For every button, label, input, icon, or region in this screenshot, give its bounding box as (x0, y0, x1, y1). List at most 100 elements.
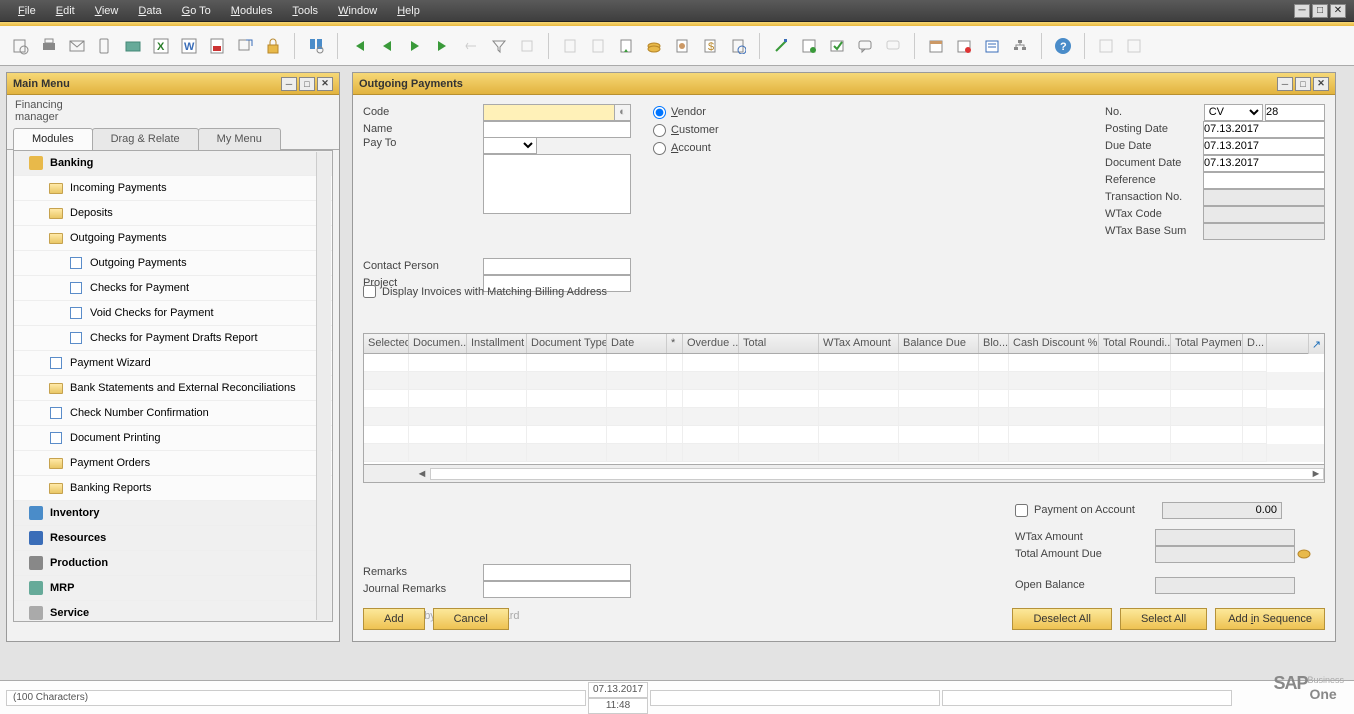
query-icon[interactable] (1095, 35, 1117, 57)
cancel-button[interactable]: Cancel (433, 608, 509, 630)
grid-col-12[interactable]: Total Roundi... (1099, 334, 1171, 353)
menu-file[interactable]: File (8, 3, 46, 19)
tree-check-confirmation[interactable]: Check Number Confirmation (14, 401, 332, 426)
menu-goto[interactable]: Go To (172, 3, 221, 19)
deselect-all-button[interactable]: Deselect All (1012, 608, 1111, 630)
grid-h-scrollbar[interactable]: ◄► (364, 464, 1324, 482)
tree-drafts-report[interactable]: Checks for Payment Drafts Report (14, 326, 332, 351)
filter-icon[interactable] (488, 35, 510, 57)
reference-input[interactable] (1203, 172, 1325, 189)
grid-col-1[interactable]: Documen... (409, 334, 467, 353)
grid-col-8[interactable]: WTax Amount (819, 334, 899, 353)
tab-my-menu[interactable]: My Menu (198, 128, 281, 150)
grid-row[interactable] (364, 426, 1324, 444)
code-input[interactable] (483, 104, 615, 121)
approve-icon[interactable] (826, 35, 848, 57)
op-close-button[interactable]: ✕ (1313, 77, 1329, 91)
grid-row[interactable] (364, 408, 1324, 426)
layout-designer-icon[interactable] (770, 35, 792, 57)
first-record-icon[interactable] (348, 35, 370, 57)
tree-incoming-payments[interactable]: Incoming Payments (14, 176, 332, 201)
tree-banking-reports[interactable]: Banking Reports (14, 476, 332, 501)
menu-window[interactable]: Window (328, 3, 387, 19)
print-icon[interactable] (38, 35, 60, 57)
tab-drag-relate[interactable]: Drag & Relate (92, 128, 199, 150)
tree-outgoing-folder[interactable]: Outgoing Payments (14, 226, 332, 251)
menu-view[interactable]: View (85, 3, 129, 19)
grid-col-7[interactable]: Total (739, 334, 819, 353)
grid-col-14[interactable]: D... (1243, 334, 1267, 353)
schedule-icon[interactable] (981, 35, 1003, 57)
tree-inventory[interactable]: Inventory (14, 501, 332, 526)
tree-scrollbar[interactable] (316, 152, 331, 620)
doc-date-input[interactable] (1203, 155, 1325, 172)
tree-document-printing[interactable]: Document Printing (14, 426, 332, 451)
word-icon[interactable]: W (178, 35, 200, 57)
grid-row[interactable] (364, 354, 1324, 372)
payto-select[interactable] (483, 137, 537, 154)
display-invoices-checkbox[interactable] (363, 285, 376, 298)
op-max-button[interactable]: □ (1295, 77, 1311, 91)
email-icon[interactable] (66, 35, 88, 57)
tree-production[interactable]: Production (14, 551, 332, 576)
customer-radio[interactable]: Customer (653, 121, 719, 139)
grid-col-13[interactable]: Total Payment (1171, 334, 1243, 353)
name-input[interactable] (483, 121, 631, 138)
tree-resources[interactable]: Resources (14, 526, 332, 551)
posting-date-input[interactable] (1203, 121, 1325, 138)
no-input[interactable] (1265, 104, 1325, 121)
vendor-radio[interactable]: Vendor (653, 103, 719, 121)
grid-col-3[interactable]: Document Type (527, 334, 607, 353)
menu-help[interactable]: Help (387, 3, 430, 19)
menu-tools[interactable]: Tools (282, 3, 328, 19)
add-button[interactable]: Add (363, 608, 425, 630)
find-icon[interactable] (305, 35, 327, 57)
fax-icon[interactable] (122, 35, 144, 57)
base-doc-icon[interactable] (615, 35, 637, 57)
app-minimize-button[interactable]: ─ (1294, 4, 1310, 18)
alert-cal-icon[interactable] (953, 35, 975, 57)
menu-data[interactable]: Data (128, 3, 171, 19)
mm-close-button[interactable]: ✕ (317, 77, 333, 91)
payment-means-icon[interactable] (1297, 547, 1311, 561)
no-series-select[interactable]: CV (1204, 104, 1263, 121)
gross-profit-icon[interactable] (671, 35, 693, 57)
op-min-button[interactable]: ─ (1277, 77, 1293, 91)
pdf-icon[interactable] (206, 35, 228, 57)
grid-col-4[interactable]: Date (607, 334, 667, 353)
calendar-icon[interactable] (925, 35, 947, 57)
tree-payment-orders[interactable]: Payment Orders (14, 451, 332, 476)
grid-col-5[interactable]: * (667, 334, 683, 353)
help-icon[interactable]: ? (1052, 35, 1074, 57)
app-restore-button[interactable]: □ (1312, 4, 1328, 18)
remarks-input[interactable] (483, 564, 631, 581)
grid-col-0[interactable]: Selected (364, 334, 409, 353)
grid-expand-icon[interactable]: ↗ (1308, 334, 1324, 354)
app-close-button[interactable]: ✕ (1330, 4, 1346, 18)
grid-col-6[interactable]: Overdue ... (683, 334, 739, 353)
last-record-icon[interactable] (432, 35, 454, 57)
grid-col-11[interactable]: Cash Discount % (1009, 334, 1099, 353)
form-settings-icon[interactable] (798, 35, 820, 57)
grid-row[interactable] (364, 444, 1324, 462)
excel-icon[interactable]: X (150, 35, 172, 57)
tree-void-checks[interactable]: Void Checks for Payment (14, 301, 332, 326)
menu-modules[interactable]: Modules (221, 3, 283, 19)
trans-journal-icon[interactable] (727, 35, 749, 57)
due-date-input[interactable] (1203, 138, 1325, 155)
grid-col-2[interactable]: Installment (467, 334, 527, 353)
add-in-sequence-button[interactable]: Add in Sequence (1215, 608, 1325, 630)
tree-service[interactable]: Service (14, 601, 332, 622)
org-icon[interactable] (1009, 35, 1031, 57)
query-2-icon[interactable] (1123, 35, 1145, 57)
lock-icon[interactable] (262, 35, 284, 57)
tree-bank-statements[interactable]: Bank Statements and External Reconciliat… (14, 376, 332, 401)
payment-on-account-checkbox[interactable] (1015, 504, 1028, 517)
grid-row[interactable] (364, 390, 1324, 408)
select-all-button[interactable]: Select All (1120, 608, 1207, 630)
menu-edit[interactable]: Edit (46, 3, 85, 19)
prev-record-icon[interactable] (376, 35, 398, 57)
mm-min-button[interactable]: ─ (281, 77, 297, 91)
tree-outgoing-payments[interactable]: Outgoing Payments (14, 251, 332, 276)
tree-mrp[interactable]: MRP (14, 576, 332, 601)
